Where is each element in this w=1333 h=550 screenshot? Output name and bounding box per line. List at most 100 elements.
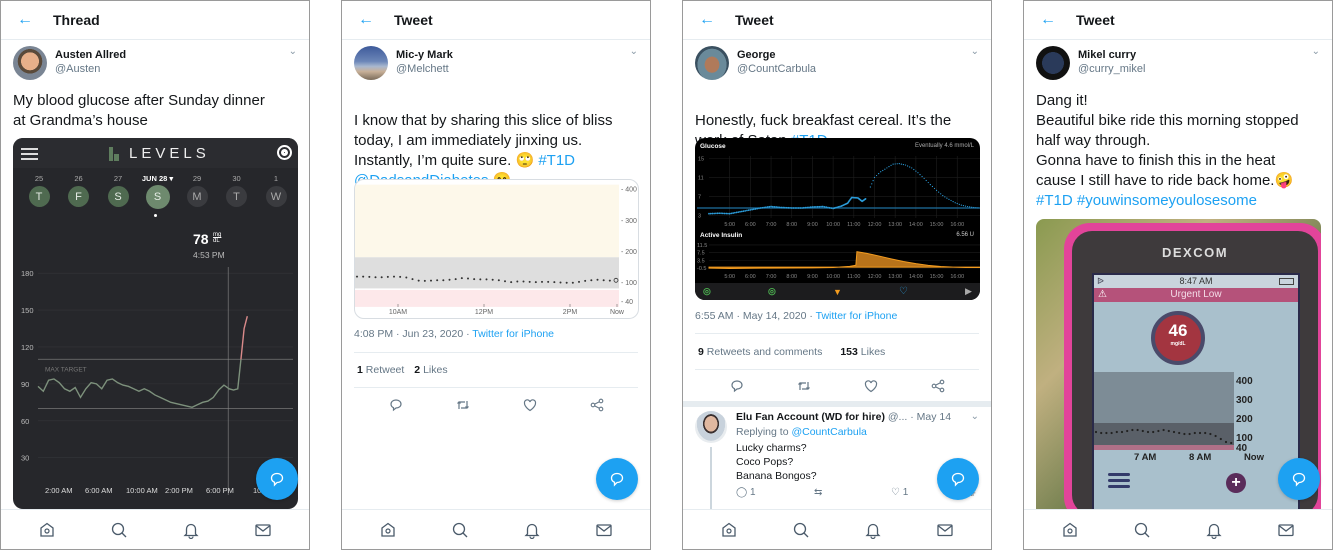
day-item[interactable]: 25 T xyxy=(21,174,57,212)
tab-search[interactable] xyxy=(449,519,471,541)
prediction-point xyxy=(894,163,896,165)
x-tick-label: 14:00 xyxy=(909,274,923,280)
tab-notifications[interactable] xyxy=(521,519,543,541)
tab-notifications[interactable] xyxy=(180,519,202,541)
tab-home[interactable] xyxy=(36,519,58,541)
prediction-point xyxy=(913,168,915,171)
loop-app-screenshot[interactable]: Glucose Eventually 4.6 mmol/L 5:00 6:00 7:… xyxy=(695,138,980,300)
tab-messages[interactable] xyxy=(934,519,956,541)
share-button[interactable] xyxy=(587,395,607,415)
like-count[interactable]: 2 Likes xyxy=(414,364,447,376)
reply-button[interactable] xyxy=(386,395,406,415)
glucose-point xyxy=(768,205,771,208)
day-item[interactable]: 29 M xyxy=(179,174,215,212)
hashtag-links[interactable]: #T1D #youwinsomeyoulosesome xyxy=(1036,191,1302,211)
reply-retweet-button[interactable]: ⇆ xyxy=(814,487,822,498)
prediction-point xyxy=(890,164,892,166)
trace-point xyxy=(1146,430,1150,434)
tweet-author[interactable]: Austen Allred @Austen ⌄ xyxy=(1,40,309,86)
like-button[interactable] xyxy=(520,395,540,415)
glucose-point xyxy=(782,206,785,209)
chevron-down-icon[interactable]: ⌄ xyxy=(1312,46,1320,57)
prediction-point xyxy=(909,166,911,168)
reply-line: Coco Pops? xyxy=(736,456,794,468)
day-item[interactable]: 26 F xyxy=(61,174,97,212)
chevron-down-icon[interactable]: ⌄ xyxy=(289,46,297,57)
back-arrow-icon[interactable]: ← xyxy=(358,11,394,29)
replying-to-link[interactable]: @CountCarbula xyxy=(791,426,866,438)
tab-notifications[interactable] xyxy=(1203,519,1225,541)
tab-search[interactable] xyxy=(108,519,130,541)
levels-app-screenshot[interactable]: LEVELS 25 T 26 F 27 S JUN 28 ▾ S 29 M 30 T 1 W 78 mg d… xyxy=(13,138,298,509)
reply-avatar[interactable] xyxy=(695,411,727,443)
retweet-count[interactable]: 1 Retweet xyxy=(357,364,404,376)
source-link[interactable]: Twitter for iPhone xyxy=(816,310,898,322)
like-button[interactable] xyxy=(861,376,881,396)
day-item[interactable]: 27 S xyxy=(100,174,136,212)
day-date: 25 xyxy=(34,174,44,183)
y-tick-label: 7 xyxy=(698,195,701,201)
avatar[interactable] xyxy=(13,46,47,80)
source-link[interactable]: Twitter for iPhone xyxy=(472,328,554,340)
share-button[interactable] xyxy=(928,376,948,396)
prediction-point xyxy=(940,193,942,195)
prediction-point xyxy=(884,168,886,170)
glucose-point xyxy=(780,206,783,209)
back-arrow-icon[interactable]: ← xyxy=(699,11,735,29)
search-icon xyxy=(793,522,809,537)
trace-point xyxy=(1209,432,1212,436)
chevron-down-icon[interactable]: ⌄ xyxy=(630,46,638,57)
mail-icon xyxy=(937,523,953,536)
back-arrow-icon[interactable]: ← xyxy=(1040,11,1076,29)
tab-notifications[interactable] xyxy=(862,519,884,541)
tweet-author[interactable]: Mic-y Mark @Melchett ⌄ xyxy=(342,40,650,86)
x-tick-label: 12:00 xyxy=(868,274,882,280)
back-arrow-icon[interactable]: ← xyxy=(17,11,53,29)
tweet-author[interactable]: George @CountCarbula ⌄ xyxy=(683,40,991,86)
reply-fab[interactable] xyxy=(256,458,298,500)
reply-button[interactable] xyxy=(727,376,747,396)
avatar[interactable] xyxy=(695,46,729,80)
tab-search[interactable] xyxy=(1131,519,1153,541)
tab-home[interactable] xyxy=(377,519,399,541)
reply-fab[interactable] xyxy=(1278,458,1320,500)
tweet-actions xyxy=(683,376,991,396)
tweet-author[interactable]: Mikel curry @curry_mikel ⌄ xyxy=(1024,40,1332,86)
chevron-down-icon[interactable]: ⌄ xyxy=(971,46,979,57)
avatar[interactable] xyxy=(354,46,388,80)
data-point xyxy=(430,279,432,282)
chevron-down-icon[interactable]: ⌄ xyxy=(971,411,979,422)
like-count[interactable]: 153 Likes xyxy=(840,346,885,358)
glucose-point xyxy=(728,212,731,215)
reply-reply-button[interactable]: ◯ 1 xyxy=(736,487,756,498)
tab-messages[interactable] xyxy=(252,519,274,541)
retweet-button[interactable] xyxy=(794,376,814,396)
urgent-low-banner: ⚠ Urgent Low xyxy=(1094,288,1298,302)
hashtag-link[interactable]: #T1D xyxy=(538,152,575,169)
retweet-count[interactable]: 9 Retweets and comments xyxy=(698,346,822,358)
data-point xyxy=(541,280,543,283)
day-item[interactable]: JUN 28 ▾ S xyxy=(140,174,176,212)
bluetooth-icon: ᐉ xyxy=(1097,276,1104,286)
home-icon xyxy=(40,522,54,537)
tab-messages[interactable] xyxy=(593,519,615,541)
tab-messages[interactable] xyxy=(1275,519,1297,541)
reply-fab[interactable] xyxy=(937,458,979,500)
dexcom-photo[interactable]: DEXCOM ᐉ 8:47 AM ⚠ Urgent Low 46 mg/dL 4… xyxy=(1036,219,1321,511)
warning-icon: ⚠ xyxy=(1098,289,1107,300)
day-item[interactable]: 30 T xyxy=(219,174,255,212)
data-point xyxy=(516,280,519,283)
glucose-spike-line xyxy=(240,316,248,360)
day-item[interactable]: 1W xyxy=(258,174,294,212)
prediction-point xyxy=(971,206,973,208)
retweet-button[interactable] xyxy=(453,395,473,415)
avatar[interactable] xyxy=(1036,46,1070,80)
glucose-point xyxy=(709,212,712,215)
dexcom-chart-image[interactable]: - 400 - 300 - 200 - 100 - 40 10AM 12PM 2PM Now xyxy=(354,179,639,319)
tab-home[interactable] xyxy=(1059,519,1081,541)
tab-search[interactable] xyxy=(790,519,812,541)
reply-like-button[interactable]: ♡ 1 xyxy=(891,487,908,498)
reply-fab[interactable] xyxy=(596,458,638,500)
tab-home[interactable] xyxy=(718,519,740,541)
prediction-point xyxy=(956,202,958,205)
